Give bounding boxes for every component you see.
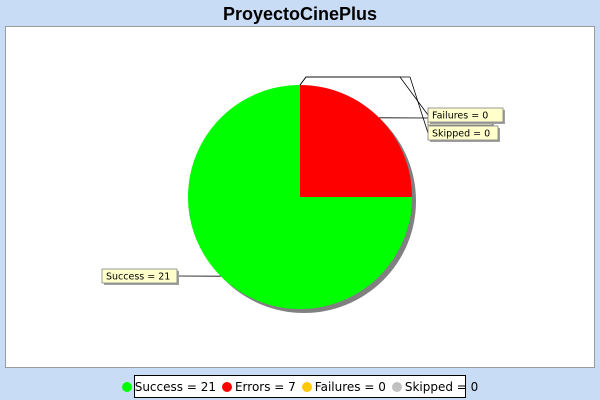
chart-legend: Success = 21 Errors = 7 Failures = 0 Skippe… bbox=[121, 375, 478, 398]
legend-swatch-success bbox=[121, 381, 132, 392]
legend-label-skipped: Skipped = 0 bbox=[404, 379, 479, 394]
legend-item-skipped: Skipped = 0 bbox=[391, 379, 479, 394]
legend-label-errors: Errors = 7 bbox=[234, 379, 296, 394]
legend-item-success: Success = 21 bbox=[121, 379, 216, 394]
legend-swatch-failures bbox=[301, 381, 312, 392]
legend-swatch-errors bbox=[221, 381, 232, 392]
legend-item-failures: Failures = 0 bbox=[301, 379, 386, 394]
slice-label-failures: Failures = 0 bbox=[432, 111, 488, 122]
pie-chart: Success = 21Errors = 7Failures = 0Skippe… bbox=[101, 76, 505, 313]
slice-label-skipped: Skipped = 0 bbox=[432, 129, 490, 140]
pie-slice-errors bbox=[300, 85, 412, 197]
slice-label-success: Success = 21 bbox=[106, 272, 170, 283]
legend-item-errors: Errors = 7 bbox=[221, 379, 296, 394]
legend-label-success: Success = 21 bbox=[134, 379, 216, 394]
legend-label-failures: Failures = 0 bbox=[314, 379, 386, 394]
legend-swatch-skipped bbox=[391, 381, 402, 392]
